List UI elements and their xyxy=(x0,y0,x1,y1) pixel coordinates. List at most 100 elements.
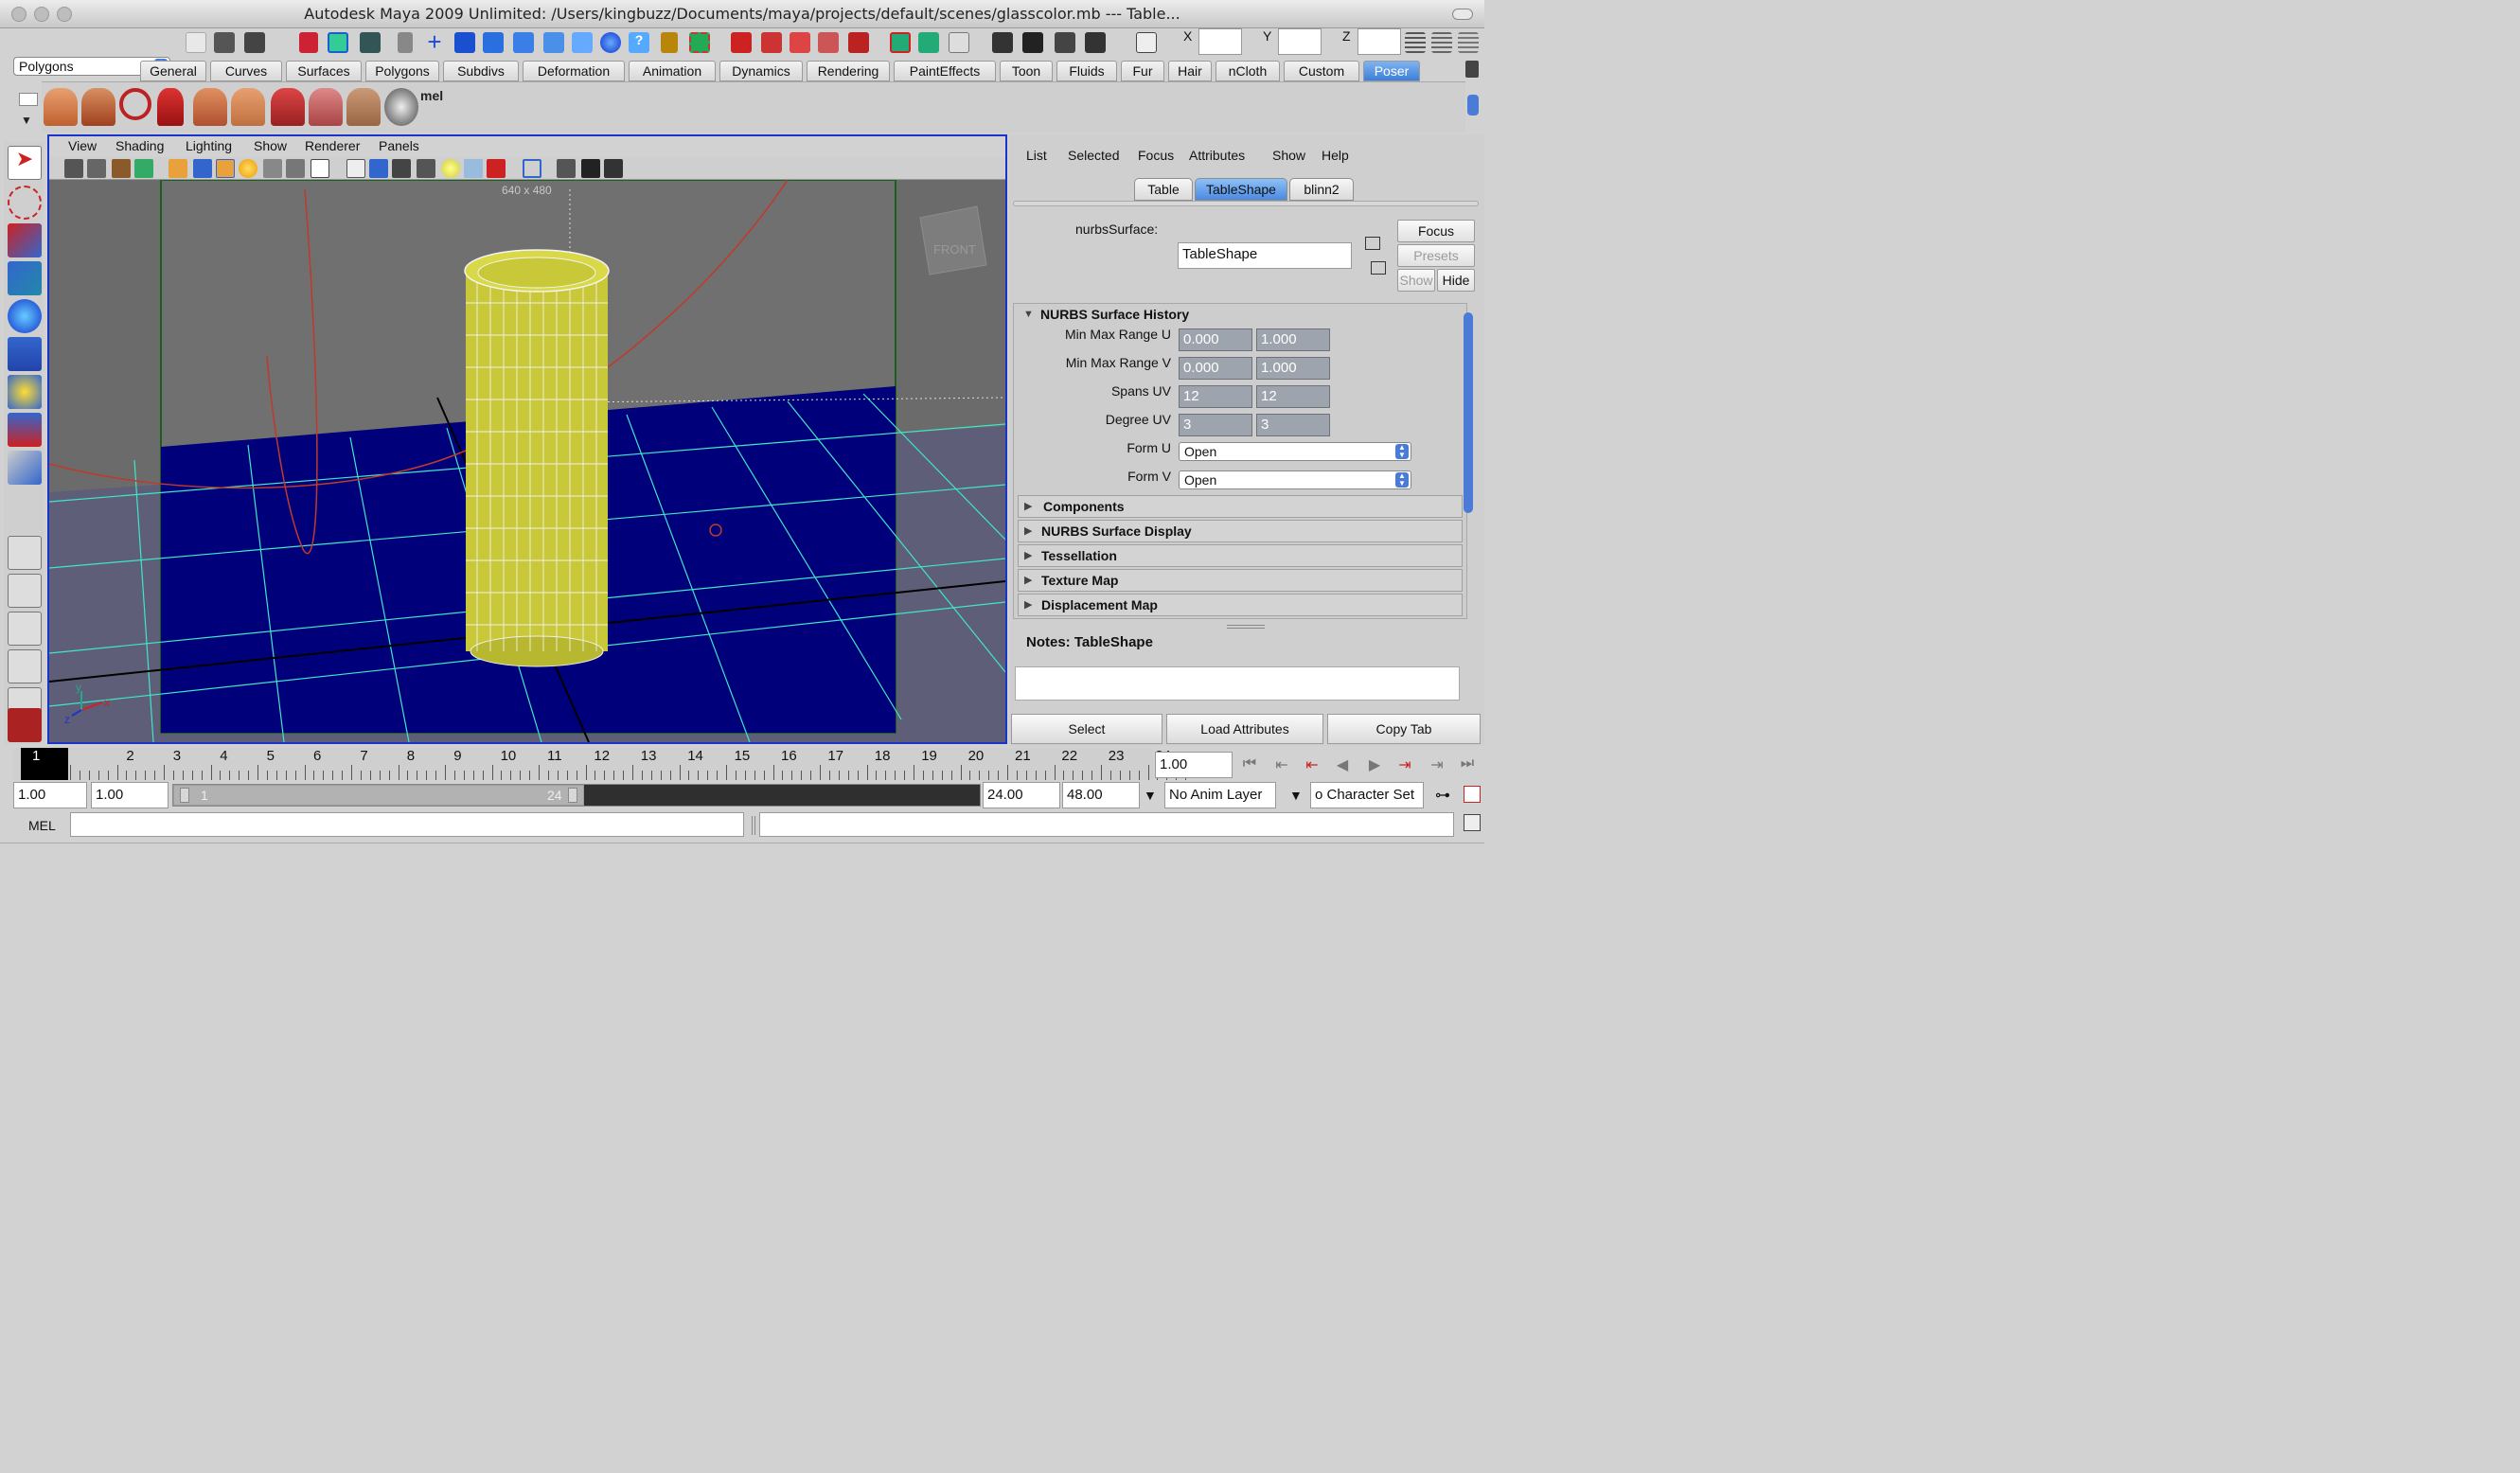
command-divider[interactable] xyxy=(752,816,755,835)
attribute-editor-toggle-icon[interactable] xyxy=(1431,32,1452,53)
pane-resize-handle[interactable] xyxy=(1227,625,1265,629)
viewport-menu-panels[interactable]: Panels xyxy=(379,138,419,153)
shelf-tab-painteffects[interactable]: PaintEffects xyxy=(894,61,996,81)
shelf-trash-icon[interactable] xyxy=(1465,61,1479,78)
play-backwards-icon[interactable]: ◀ xyxy=(1331,755,1354,776)
ae-menu-show[interactable]: Show xyxy=(1272,148,1305,163)
section-components[interactable]: ▶ Components xyxy=(1018,495,1463,518)
batch-render-icon[interactable] xyxy=(1085,32,1106,53)
layout-single-icon[interactable] xyxy=(890,32,911,53)
select-by-component-icon[interactable] xyxy=(360,32,381,53)
save-scene-icon[interactable] xyxy=(244,32,265,53)
rotate-tool-icon[interactable] xyxy=(8,299,42,333)
character-set-arrow-icon[interactable]: ▼ xyxy=(1289,788,1303,803)
poser-rotate-figure-icon[interactable] xyxy=(81,88,115,126)
go-to-end-icon[interactable]: ⏭ xyxy=(1456,755,1479,776)
open-scene-icon[interactable] xyxy=(214,32,235,53)
textured-icon[interactable] xyxy=(417,159,435,178)
ae-tab-blinn2[interactable]: blinn2 xyxy=(1289,178,1354,201)
key-icon[interactable]: ⊶ xyxy=(1435,786,1450,805)
presets-button[interactable]: Presets xyxy=(1397,244,1475,267)
channel-box-toggle-icon[interactable] xyxy=(1405,32,1426,53)
select-by-object-type-icon[interactable] xyxy=(328,32,348,53)
attr-min-range-v[interactable]: 0.000 xyxy=(1179,357,1252,380)
snap-to-view-plane-icon[interactable] xyxy=(513,32,534,53)
move-tool-icon[interactable] xyxy=(8,261,42,295)
shelf-scrollbar[interactable] xyxy=(1467,95,1479,115)
section-tessellation[interactable]: ▶ Tessellation xyxy=(1018,544,1463,567)
playback-start-field[interactable]: 1.00 xyxy=(91,782,169,808)
make-live-icon[interactable] xyxy=(543,32,564,53)
construction-history-icon[interactable] xyxy=(572,32,593,53)
shelf-tab-toon[interactable]: Toon xyxy=(1000,61,1053,81)
perspective-viewport[interactable]: View Shading Lighting Show Renderer Pane… xyxy=(47,134,1007,744)
select-highlight-icon[interactable] xyxy=(689,32,710,53)
go-to-start-icon[interactable]: ⏮ xyxy=(1238,755,1261,776)
current-frame-marker[interactable]: 1 xyxy=(21,748,68,780)
render-current-frame-icon[interactable] xyxy=(731,32,752,53)
paste-node-icon[interactable] xyxy=(1371,261,1386,275)
select-tool-icon[interactable]: ➤ xyxy=(8,146,42,180)
start-time-field[interactable]: 1.00 xyxy=(13,782,87,808)
time-slider[interactable]: 1 23456789101112131415161718192021222324 xyxy=(13,748,1187,780)
layout-four-pane-icon[interactable] xyxy=(8,574,42,608)
play-forwards-icon[interactable]: ▶ xyxy=(1363,755,1386,776)
viewport-menu-renderer[interactable]: Renderer xyxy=(305,138,360,153)
section-nurbs-surface-display[interactable]: ▶ NURBS Surface Display xyxy=(1018,520,1463,542)
shelf-tab-polygons[interactable]: Polygons xyxy=(365,61,439,81)
field-chart-icon[interactable] xyxy=(263,159,282,178)
layout-graph-icon[interactable] xyxy=(8,649,42,683)
ae-menu-attributes[interactable]: Attributes xyxy=(1189,148,1245,163)
shelf-tab-poser[interactable]: Poser xyxy=(1363,61,1420,81)
ae-menu-focus[interactable]: Focus xyxy=(1138,148,1174,163)
viewport-menu-view[interactable]: View xyxy=(68,138,97,153)
view-cube-label[interactable]: FRONT xyxy=(933,242,976,257)
poser-camera-icon[interactable] xyxy=(384,88,418,126)
range-slider[interactable]: 1 24 xyxy=(172,784,981,807)
ipr-render-icon[interactable] xyxy=(761,32,782,53)
shelf-tab-fur[interactable]: Fur xyxy=(1121,61,1164,81)
section-nurbs-surface-history[interactable]: ▼ NURBS Surface History xyxy=(1018,304,1463,327)
cylinder-object[interactable] xyxy=(464,249,610,667)
z-input[interactable] xyxy=(1358,28,1401,55)
clapper-icon[interactable] xyxy=(992,32,1013,53)
camera-lock-icon[interactable] xyxy=(87,159,106,178)
snap-to-curve-icon[interactable] xyxy=(454,32,475,53)
lasso-tool-icon[interactable] xyxy=(8,186,42,220)
render-settings-icon[interactable] xyxy=(790,32,810,53)
scene-view[interactable]: FRONT x y z xyxy=(49,180,1005,742)
shelf-tab-custom[interactable]: Custom xyxy=(1284,61,1359,81)
snap-to-grid-icon[interactable]: + xyxy=(424,29,445,54)
shelf-tab-subdivs[interactable]: Subdivs xyxy=(443,61,519,81)
ae-menu-help[interactable]: Help xyxy=(1322,148,1349,163)
hide-button[interactable]: Hide xyxy=(1437,269,1475,292)
select-button[interactable]: Select xyxy=(1011,714,1162,744)
wireframe-icon[interactable] xyxy=(346,159,365,178)
command-language-label[interactable]: MEL xyxy=(28,818,56,833)
load-attributes-button[interactable]: Load Attributes xyxy=(1166,714,1323,744)
step-back-frame-icon[interactable]: ⇤ xyxy=(1270,755,1293,776)
scale-tool-icon[interactable] xyxy=(8,337,42,371)
notes-textarea[interactable] xyxy=(1015,666,1460,701)
smooth-shade-icon[interactable] xyxy=(369,159,388,178)
isolate-select-icon[interactable] xyxy=(523,159,541,178)
range-start-grip[interactable] xyxy=(180,788,189,803)
soft-modification-icon[interactable] xyxy=(8,413,42,447)
attr-degree-v[interactable]: 3 xyxy=(1256,414,1330,436)
lock-icon[interactable] xyxy=(661,32,678,53)
show-button[interactable]: Show xyxy=(1397,269,1435,292)
step-forward-key-icon[interactable]: ⇥ xyxy=(1393,755,1416,776)
ae-tab-table[interactable]: Table xyxy=(1134,178,1193,201)
step-forward-frame-icon[interactable]: ⇥ xyxy=(1426,755,1448,776)
preferences-icon[interactable] xyxy=(1464,786,1481,803)
attr-spans-u[interactable]: 12 xyxy=(1179,385,1252,408)
copy-tab-button[interactable]: Copy Tab xyxy=(1327,714,1481,744)
attr-min-range-u[interactable]: 0.000 xyxy=(1179,328,1252,351)
poser-group-icon[interactable] xyxy=(271,88,305,126)
poser-red-figure-icon[interactable] xyxy=(157,88,184,126)
layout-arrow-icon[interactable] xyxy=(918,32,939,53)
command-input[interactable] xyxy=(70,812,744,837)
node-name-field[interactable]: TableShape xyxy=(1178,242,1352,269)
layout-single-pane-icon[interactable] xyxy=(8,536,42,570)
selection-mask-icon[interactable] xyxy=(398,32,413,53)
